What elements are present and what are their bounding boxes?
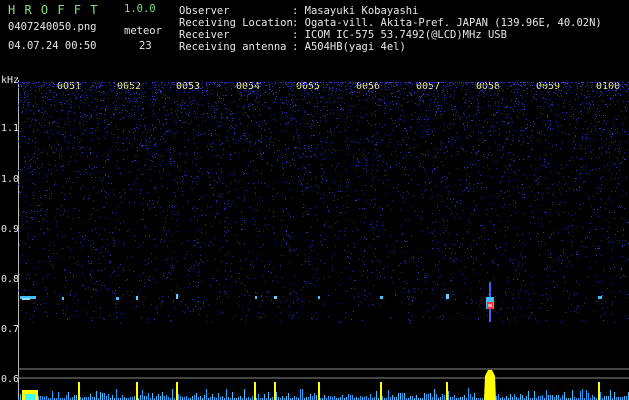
meteor-label: meteor — [124, 25, 162, 37]
location-value: : Ogata-vill. Akita-Pref. JAPAN (139.96E… — [292, 17, 602, 29]
antenna-value: : A504HB(yagi 4el) — [292, 41, 406, 53]
y-label-0-8: 0.8 — [1, 274, 20, 285]
y-label-0-9: 0.9 — [1, 224, 20, 235]
y-label-0-7: 0.7 — [1, 324, 20, 335]
spectrogram-plot — [18, 82, 629, 324]
location-label: Receiving Location — [179, 17, 293, 29]
timestamp: 04.07.24 00:50 — [8, 40, 97, 52]
y-label-1-0: 1.0 — [1, 174, 20, 185]
antenna-label: Receiving antenna — [179, 41, 287, 53]
y-label-1-1: 1.1 — [1, 123, 20, 134]
observer-value: : Masayuki Kobayashi — [292, 5, 419, 17]
observer-label: Observer — [179, 5, 230, 17]
meteor-count: 23 — [139, 40, 152, 52]
app-version: 1.0.0 — [124, 3, 156, 15]
receiver-value: : ICOM IC-575 53.7492(@LCD)MHz USB — [292, 29, 507, 41]
amplitude-strip — [18, 368, 629, 400]
receiver-label: Receiver — [179, 29, 230, 41]
app-title: H R O F F T — [8, 3, 99, 17]
hrofft-window: H R O F F T 1.0.0 0407240050.png meteor … — [0, 0, 629, 400]
axis-unit-label: kHz — [1, 75, 20, 86]
y-label-0-6: 0.6 — [1, 374, 20, 385]
file-name: 0407240050.png — [8, 21, 97, 33]
